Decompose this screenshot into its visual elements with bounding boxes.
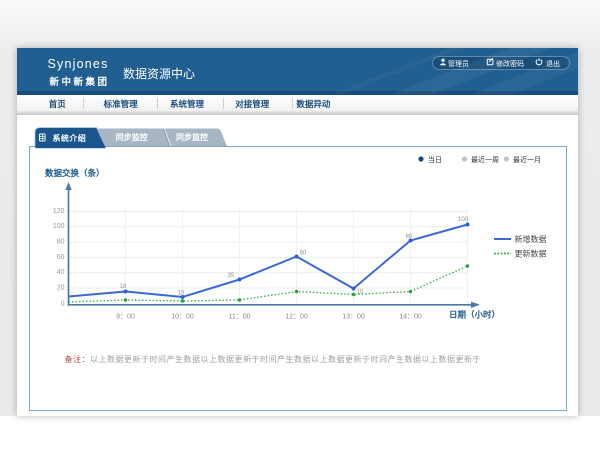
svg-text:60: 60 bbox=[300, 251, 307, 257]
svg-text:9：00: 9：00 bbox=[116, 314, 135, 321]
svg-text:当日: 当日 bbox=[428, 155, 442, 164]
svg-text:数据交换（条）: 数据交换（条） bbox=[45, 168, 105, 178]
svg-text:最近一周: 最近一周 bbox=[471, 155, 499, 164]
svg-text:0: 0 bbox=[61, 300, 65, 307]
svg-text:10：00: 10：00 bbox=[171, 314, 194, 321]
svg-text:日期（小时）: 日期（小时） bbox=[449, 310, 500, 320]
svg-text:12：00: 12：00 bbox=[285, 314, 308, 321]
svg-text:同步监控: 同步监控 bbox=[176, 132, 208, 142]
svg-text:最近一月: 最近一月 bbox=[513, 155, 541, 164]
svg-text:系统介绍: 系统介绍 bbox=[53, 133, 87, 143]
svg-text:18: 18 bbox=[120, 284, 127, 290]
svg-text:14：00: 14：00 bbox=[399, 314, 422, 321]
svg-text:20: 20 bbox=[57, 284, 65, 291]
svg-text:40: 40 bbox=[57, 269, 65, 276]
svg-text:新增数据: 新增数据 bbox=[515, 234, 547, 244]
svg-text:10: 10 bbox=[357, 290, 364, 296]
svg-text:10: 10 bbox=[178, 291, 185, 297]
svg-text:11：00: 11：00 bbox=[228, 314, 250, 321]
svg-text:13：00: 13：00 bbox=[342, 314, 365, 321]
svg-text:80: 80 bbox=[57, 239, 65, 246]
svg-text:80: 80 bbox=[406, 234, 413, 240]
svg-text:100: 100 bbox=[458, 217, 469, 223]
svg-text:同步监控: 同步监控 bbox=[116, 132, 148, 142]
svg-text:35: 35 bbox=[228, 273, 235, 279]
svg-text:120: 120 bbox=[53, 208, 65, 215]
svg-text:更新数据: 更新数据 bbox=[515, 249, 547, 259]
svg-text:100: 100 bbox=[53, 223, 65, 230]
svg-text:60: 60 bbox=[57, 254, 65, 261]
